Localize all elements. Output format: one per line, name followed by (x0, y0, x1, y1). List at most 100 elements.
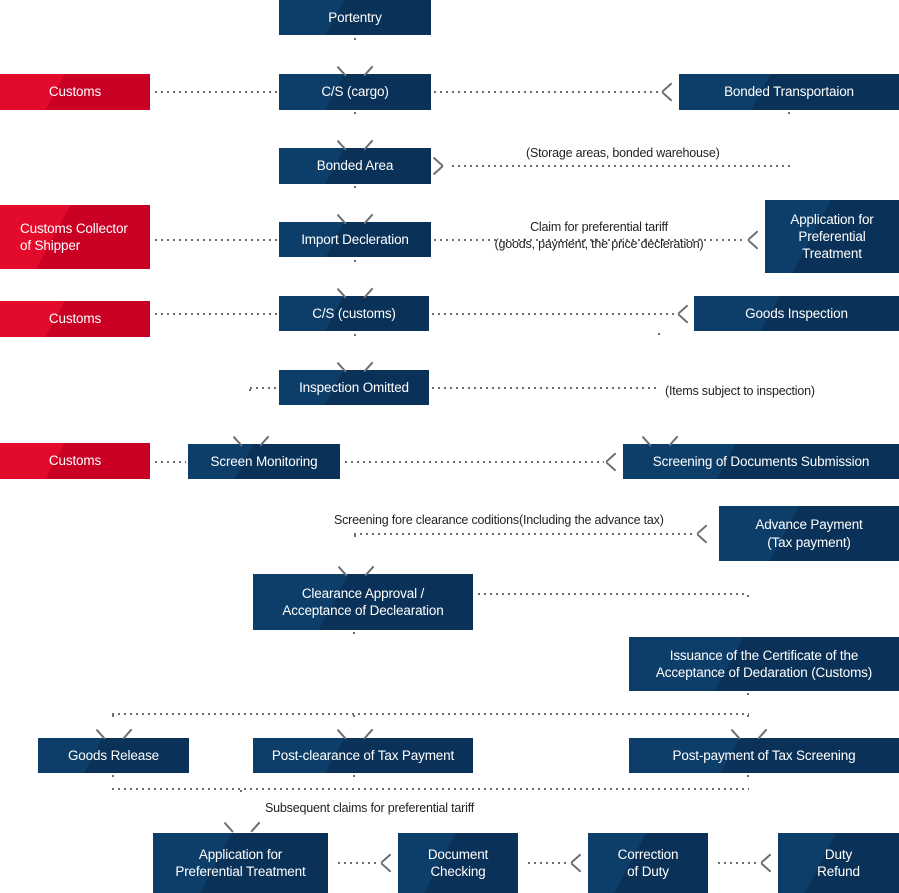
connector-bus-to-goods-release (112, 715, 114, 723)
edge-label-storage-areas: (Storage areas, bonded warehouse) (526, 146, 720, 160)
chevron-stroke (747, 239, 759, 250)
connector-issuance-to-bus (747, 693, 749, 714)
connector-inspection-omitted-to-screening-docs (432, 387, 659, 389)
node-application-preferential-treatment-1: Application for Preferential Treatment (765, 200, 899, 273)
chevron-stroke (760, 862, 772, 873)
actor-customs-2-label: Customs (48, 311, 102, 327)
connector-screening-fore-clearance (354, 533, 694, 535)
chevron-stroke (605, 461, 617, 472)
node-portentry-label: Portentry (328, 9, 382, 25)
node-inspection-omitted: Inspection Omitted (279, 370, 429, 405)
node-import-declaration-label: Import Decleration (301, 231, 409, 247)
actor-customs-3-label: Customs (48, 453, 102, 469)
actor-collector-label-line1: Customs Collector (20, 220, 128, 236)
connector-customs3-to-screen-monitoring (155, 461, 186, 463)
node-clearance-approval-line1: Clearance Approval / (301, 585, 425, 601)
edge-label-subsequent-claims: Subsequent claims for preferential tarif… (265, 801, 475, 815)
connector-import-declaration-to-cs-customs (354, 260, 356, 282)
node-screening-of-documents-submission: Screening of Documents Submission (623, 444, 899, 479)
node-goods-inspection: Goods Inspection (694, 296, 899, 331)
node-goods-release: Goods Release (38, 738, 189, 773)
connector-bus-to-post-clearance (353, 715, 355, 723)
connector-clearance-approval-to-issuance (478, 593, 748, 595)
connector-bus-to-post-payment (747, 715, 749, 723)
node-advance-payment: Advance Payment (Tax payment) (719, 506, 899, 561)
connector-to-clearance-approval (354, 535, 356, 561)
connector-issuance-down (747, 595, 749, 637)
chevron-stroke (696, 533, 708, 544)
node-app-pref-1-line3: Treatment (802, 246, 862, 262)
node-duty-refund-line1: Duty (824, 846, 853, 862)
node-bonded-transportation: Bonded Transportaion (679, 74, 899, 110)
node-issuance-line1: Issuance of the Certificate of the (669, 647, 859, 663)
node-portentry: Portentry (279, 0, 431, 35)
node-app-pref-2-line1: Application for (198, 846, 283, 862)
node-advance-payment-line1: Advance Payment (755, 517, 863, 533)
connector-bonded-transportation-to-bonded-area (452, 165, 790, 167)
node-document-checking-line1: Document (427, 846, 489, 862)
node-app-pref-2-line2: Preferential Treatment (175, 864, 306, 879)
edge-label-claim-tariff: Claim for preferential tariff (goods, pa… (459, 219, 739, 253)
actor-customs-3: Customs (0, 443, 150, 479)
chevron-stroke (380, 862, 392, 873)
flowchart-canvas: Customs Customs Collector of Shipper Cus… (0, 0, 899, 893)
node-issuance-certificate: Issuance of the Certificate of the Accep… (629, 637, 899, 691)
node-advance-payment-line2: (Tax payment) (767, 534, 851, 550)
connector-bonded-area-to-import-declaration (354, 186, 356, 208)
node-document-checking-line2: Checking (430, 864, 486, 879)
edge-label-screening-fore-clearance: Screening fore clearance coditions(Inclu… (334, 513, 664, 527)
connector-customs2-to-cs-customs (155, 313, 277, 315)
node-correction-of-duty: Correction of Duty (588, 833, 708, 893)
node-screen-monitoring: Screen Monitoring (188, 444, 340, 479)
connector-collector-to-import-declaration (155, 239, 277, 241)
connector-subsequent-claims-down (240, 790, 242, 814)
connector-inspection-omitted-down (249, 389, 251, 432)
actor-customs-1-label: Customs (48, 84, 102, 100)
node-correction-duty-line2: of Duty (627, 864, 669, 879)
connector-bonded-transportation-down (788, 112, 790, 166)
node-inspection-omitted-label: Inspection Omitted (299, 379, 409, 395)
node-app-pref-1-line2: Preferential (798, 228, 866, 244)
connector-subsequent-claims-bus (112, 788, 749, 790)
node-clearance-approval-line2: Acceptance of Declearation (282, 603, 444, 618)
actor-collector-label-line2: of Shipper (20, 238, 81, 253)
connector-portentry-to-cs-cargo (354, 38, 356, 60)
connector-document-checking-to-correction (528, 862, 568, 864)
actor-customs-1: Customs (0, 74, 150, 110)
node-post-clearance-of-tax-payment: Post-clearance of Tax Payment (253, 738, 473, 773)
node-post-clearance-label: Post-clearance of Tax Payment (271, 747, 455, 763)
node-duty-refund-line2: Refund (817, 864, 860, 879)
connector-bottom-bus (112, 713, 749, 715)
connector-cs-customs-to-inspection-omitted (354, 334, 356, 356)
actor-customs-collector-of-shipper: Customs Collector of Shipper (0, 205, 150, 269)
node-issuance-line2: Acceptance of Dedaration (Customs) (655, 665, 873, 680)
node-cs-customs-label: C/S (customs) (312, 305, 396, 321)
node-app-pref-1-line1: Application for (790, 211, 874, 227)
node-bonded-area: Bonded Area (279, 148, 431, 184)
connector-post-payment-down (747, 775, 749, 788)
connector-inspection-omitted-left (250, 387, 278, 389)
connector-cs-cargo-to-bonded-transportation (434, 91, 660, 93)
connector-cs-cargo-to-bonded-area (354, 112, 356, 134)
connector-screen-monitoring-to-screening-docs (345, 461, 604, 463)
node-screen-monitoring-label: Screen Monitoring (210, 453, 318, 469)
node-cs-cargo-label: C/S (cargo) (321, 84, 389, 100)
node-goods-release-label: Goods Release (67, 747, 160, 763)
node-screening-docs-label: Screening of Documents Submission (652, 453, 870, 469)
chevron-stroke (661, 91, 673, 102)
node-clearance-approval: Clearance Approval / Acceptance of Decle… (253, 574, 473, 630)
chevron-stroke (677, 313, 689, 324)
edge-label-items-subject-to-inspection: (Items subject to inspection) (665, 384, 815, 398)
node-post-payment-label: Post-payment of Tax Screening (672, 747, 856, 763)
node-document-checking: Document Checking (398, 833, 518, 893)
chevron-stroke (223, 821, 235, 833)
node-cs-customs: C/S (customs) (279, 296, 429, 331)
edge-label-claim-tariff-line2: (goods, payment, the price decleration) (494, 236, 704, 251)
node-import-declaration: Import Decleration (279, 222, 431, 257)
connector-post-clearance-down (353, 775, 355, 788)
node-cs-cargo: C/S (cargo) (279, 74, 431, 110)
connector-correction-to-duty-refund (718, 862, 758, 864)
actor-customs-2: Customs (0, 301, 150, 337)
connector-goods-release-down (112, 775, 114, 788)
node-duty-refund: Duty Refund (778, 833, 899, 893)
